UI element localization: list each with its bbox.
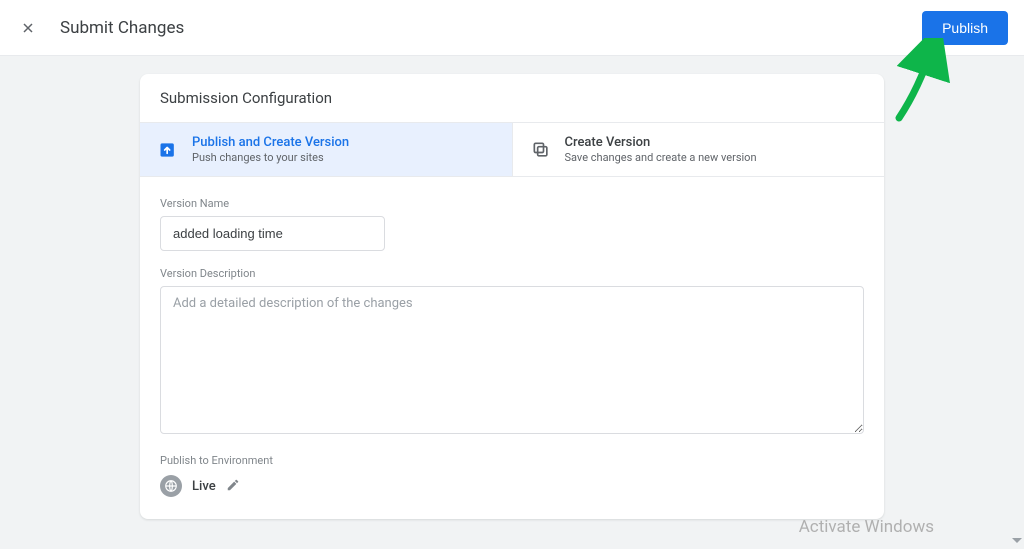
upload-icon	[158, 140, 178, 160]
tab-create-title: Create Version	[565, 135, 757, 150]
edit-environment-button[interactable]	[226, 477, 240, 496]
close-icon	[20, 20, 36, 36]
copy-icon	[531, 140, 551, 160]
submission-card: Submission Configuration Publish and Cre…	[140, 74, 884, 519]
version-desc-label: Version Description	[160, 267, 864, 280]
environment-row: Live	[160, 475, 864, 497]
config-tabs: Publish and Create Version Push changes …	[140, 122, 884, 177]
tab-publish-title: Publish and Create Version	[192, 135, 349, 150]
topbar: Submit Changes Publish	[0, 0, 1024, 56]
scroll-down-icon	[1012, 538, 1022, 543]
version-desc-input[interactable]	[160, 286, 864, 434]
pencil-icon	[226, 478, 240, 492]
environment-name: Live	[192, 479, 216, 494]
publish-button[interactable]: Publish	[922, 11, 1008, 45]
globe-icon	[160, 475, 182, 497]
tab-publish-create[interactable]: Publish and Create Version Push changes …	[140, 123, 513, 176]
tab-create-version[interactable]: Create Version Save changes and create a…	[513, 123, 885, 176]
tab-create-sub: Save changes and create a new version	[565, 151, 757, 164]
version-name-label: Version Name	[160, 197, 864, 210]
card-header: Submission Configuration	[140, 74, 884, 122]
version-name-input[interactable]	[160, 216, 385, 251]
content-scroll[interactable]: Submission Configuration Publish and Cre…	[0, 56, 1024, 549]
form-body: Version Name Version Description Publish…	[140, 177, 884, 519]
close-button[interactable]	[16, 16, 40, 40]
tab-publish-sub: Push changes to your sites	[192, 151, 349, 164]
page-title: Submit Changes	[60, 18, 922, 38]
publish-env-label: Publish to Environment	[160, 454, 864, 467]
